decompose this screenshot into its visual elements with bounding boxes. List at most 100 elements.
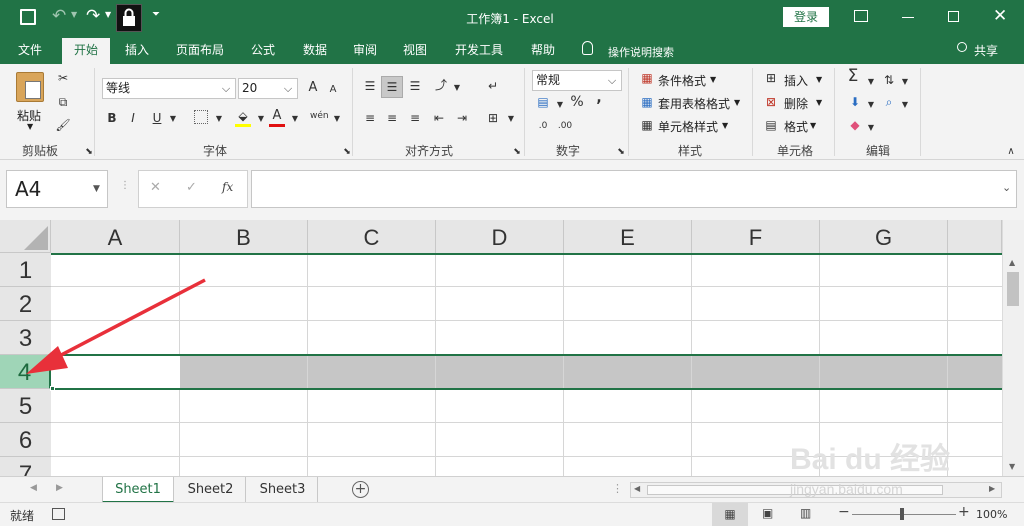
sheet-tab-sheet2[interactable]: Sheet2 (176, 477, 246, 503)
paste-icon[interactable] (16, 72, 44, 102)
vertical-scroll-thumb[interactable] (1007, 272, 1019, 306)
orientation-dropdown-icon[interactable]: ▼ (448, 80, 466, 96)
delete-cells-button[interactable]: 删除 (784, 95, 808, 112)
cut-icon[interactable]: ✂ (54, 70, 72, 86)
insert-cells-button[interactable]: 插入 (784, 72, 808, 89)
page-layout-view-icon[interactable]: ▣ (762, 506, 773, 520)
clear-dropdown-icon[interactable]: ▼ (862, 120, 880, 136)
percent-icon[interactable]: % (568, 94, 586, 110)
autosum-dropdown-icon[interactable]: ▼ (862, 74, 880, 90)
format-cells-button[interactable]: 格式 (784, 118, 808, 135)
font-name-dropdown-icon[interactable]: ⌵ (217, 79, 235, 98)
wrap-text-icon[interactable]: ↵ (484, 78, 502, 94)
number-format-combo[interactable]: 常规 ⌵ (532, 70, 622, 91)
align-top-icon[interactable]: ☰ (361, 78, 379, 94)
format-cells-dropdown-icon[interactable]: ▼ (810, 121, 816, 130)
align-right-icon[interactable]: ≡ (406, 110, 424, 126)
zoom-out-icon[interactable]: − (838, 504, 850, 520)
save-icon[interactable] (20, 9, 36, 25)
merge-dropdown-icon[interactable]: ▼ (502, 111, 520, 127)
format-painter-icon[interactable]: 🖌 (54, 117, 72, 133)
underline-dropdown-icon[interactable]: ▼ (164, 111, 182, 127)
cell-styles-button[interactable]: 单元格样式 (658, 118, 718, 135)
vertical-scrollbar[interactable]: ▲ ▼ (1002, 220, 1024, 476)
enter-formula-icon[interactable]: ✓ (186, 180, 197, 195)
cancel-formula-icon[interactable]: ✕ (150, 180, 161, 195)
scroll-left-icon[interactable]: ◀ (634, 484, 640, 493)
sheet-tab-sheet1[interactable]: Sheet1 (102, 477, 174, 503)
worksheet-grid[interactable]: A B C D E F G 1 2 3 4 5 6 7 ▲ ▼ Bai du 经… (0, 220, 1024, 476)
redo-icon[interactable]: ↷ (86, 6, 100, 26)
font-launcher-icon[interactable]: ⬊ (338, 144, 356, 160)
clipboard-launcher-icon[interactable]: ⬊ (80, 144, 98, 160)
add-sheet-icon[interactable]: + (352, 481, 369, 498)
undo-icon[interactable]: ↶ (52, 6, 66, 26)
align-left-icon[interactable]: ≡ (361, 110, 379, 126)
delete-cells-icon[interactable]: ⊠ (762, 94, 780, 110)
cell-styles-dropdown-icon[interactable]: ▼ (722, 121, 728, 130)
fill-color-icon[interactable]: ⬙ (234, 108, 252, 124)
find-select-dropdown-icon[interactable]: ▼ (896, 97, 914, 113)
scroll-up-icon[interactable]: ▲ (1009, 258, 1015, 267)
font-color-dropdown-icon[interactable]: ▼ (286, 111, 304, 127)
prev-sheet-icon[interactable]: ◀ (30, 483, 37, 493)
shrink-font-icon[interactable]: A (324, 82, 342, 98)
formula-input[interactable]: ⌄ (251, 170, 1017, 208)
align-bottom-icon[interactable]: ☰ (406, 78, 424, 94)
zoom-in-icon[interactable]: + (958, 504, 970, 520)
bold-icon[interactable]: B (103, 110, 121, 126)
insert-cells-icon[interactable]: ⊞ (762, 70, 780, 86)
ribbon-display-options-icon[interactable] (854, 10, 868, 22)
insert-function-icon[interactable]: fx (222, 180, 233, 194)
tab-home[interactable]: 开始 (62, 38, 110, 64)
tab-split-grip-icon[interactable]: ⋮ (612, 482, 623, 495)
undo-dropdown-icon[interactable]: ▼ (71, 10, 77, 19)
tab-data[interactable]: 数据 (292, 36, 338, 64)
zoom-slider-thumb[interactable] (900, 508, 904, 520)
scroll-down-icon[interactable]: ▼ (1009, 462, 1015, 471)
align-middle-icon[interactable]: ☰ (381, 76, 403, 98)
tab-formulas[interactable]: 公式 (240, 36, 286, 64)
font-size-combo[interactable]: 20 ⌵ (238, 78, 298, 99)
tab-page-layout[interactable]: 页面布局 (168, 36, 232, 64)
tab-help[interactable]: 帮助 (520, 36, 566, 64)
italic-icon[interactable]: I (124, 110, 142, 126)
phonetic-dropdown-icon[interactable]: ▼ (328, 111, 346, 127)
merge-center-icon[interactable]: ⊞ (484, 110, 502, 126)
delete-cells-dropdown-icon[interactable]: ▼ (816, 98, 822, 107)
copy-icon[interactable]: ⧉ (54, 94, 72, 110)
login-button[interactable]: 登录 (783, 7, 829, 27)
share-button[interactable]: 共享 (974, 42, 998, 59)
name-box[interactable]: A4 ▼ (6, 170, 108, 208)
macro-record-icon[interactable] (52, 508, 65, 520)
scroll-right-icon[interactable]: ▶ (989, 484, 995, 493)
tab-developer[interactable]: 开发工具 (446, 36, 512, 64)
format-cells-icon[interactable]: ▤ (762, 117, 780, 133)
expand-formula-bar-icon[interactable]: ⌄ (1002, 181, 1011, 194)
sheet-tab-sheet3[interactable]: Sheet3 (248, 477, 318, 503)
tell-me-search[interactable]: 操作说明搜索 (608, 44, 674, 60)
next-sheet-icon[interactable]: ▶ (56, 483, 63, 493)
normal-view-icon[interactable]: ▦ (712, 503, 748, 526)
font-size-dropdown-icon[interactable]: ⌵ (279, 79, 297, 98)
fill-dropdown-icon[interactable]: ▼ (862, 97, 880, 113)
borders-dropdown-icon[interactable]: ▼ (210, 111, 228, 127)
conditional-formatting-icon[interactable]: ▦ (638, 70, 656, 86)
grow-font-icon[interactable]: A (304, 80, 322, 96)
sort-filter-dropdown-icon[interactable]: ▼ (896, 74, 914, 90)
conditional-formatting-dropdown-icon[interactable]: ▼ (710, 75, 716, 84)
insert-cells-dropdown-icon[interactable]: ▼ (816, 75, 822, 84)
tab-file[interactable]: 文件 (6, 36, 54, 64)
minimize-icon[interactable] (902, 17, 914, 18)
format-as-table-icon[interactable]: ▦ (638, 94, 656, 110)
accounting-format-icon[interactable]: ▤ (534, 94, 552, 110)
close-icon[interactable]: ✕ (993, 6, 1007, 26)
tab-review[interactable]: 审阅 (342, 36, 388, 64)
conditional-formatting-button[interactable]: 条件格式 (658, 72, 706, 89)
autosum-icon[interactable]: Σ (844, 68, 862, 85)
collapse-ribbon-icon[interactable]: ∧ (1002, 144, 1020, 160)
increase-indent-icon[interactable]: ⇥ (453, 110, 471, 126)
redo-dropdown-icon[interactable]: ▼ (105, 10, 111, 19)
tab-insert[interactable]: 插入 (114, 36, 160, 64)
font-color-icon[interactable]: A (268, 108, 286, 124)
